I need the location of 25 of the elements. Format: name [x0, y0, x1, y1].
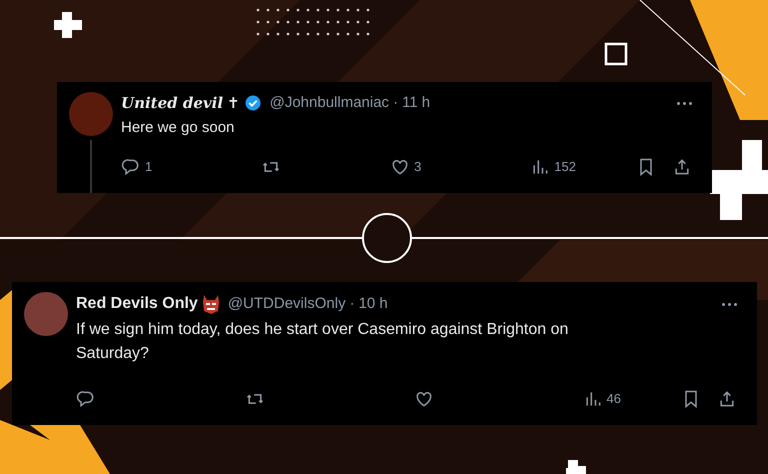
heart-icon — [390, 157, 410, 177]
like-button[interactable]: 3 — [390, 157, 422, 177]
cross-shape — [54, 12, 82, 38]
heart-icon — [414, 389, 434, 409]
speech-bubble-icon — [76, 389, 96, 409]
views-button[interactable]: 46 — [582, 389, 621, 409]
cross-shape — [566, 460, 586, 474]
display-name[interactable]: Red Devils Only — [76, 292, 198, 316]
tweet-text: If we sign him today, does he start over Casemiro against Brighton on Saturday? — [76, 320, 570, 364]
cross-symbol: ✝ — [227, 93, 240, 114]
separator-dot: · — [350, 294, 355, 314]
reply-button[interactable]: 1 — [121, 157, 152, 177]
reply-button[interactable] — [76, 389, 96, 409]
display-name[interactable]: United devil — [121, 92, 224, 114]
user-handle[interactable]: @UTDDevilsOnly — [228, 292, 346, 316]
square-outline — [604, 42, 628, 66]
speech-bubble-icon — [121, 157, 141, 177]
like-button[interactable] — [414, 389, 434, 409]
tweet-text: Here we go soon — [121, 118, 236, 138]
views-button[interactable]: 152 — [530, 157, 576, 177]
post-time[interactable]: 10 h — [358, 292, 388, 316]
separator-dot: · — [393, 93, 398, 113]
user-handle[interactable]: @Johnbullmaniac — [270, 92, 390, 114]
post-time[interactable]: 11 h — [402, 92, 430, 114]
circle-outline — [362, 213, 412, 263]
